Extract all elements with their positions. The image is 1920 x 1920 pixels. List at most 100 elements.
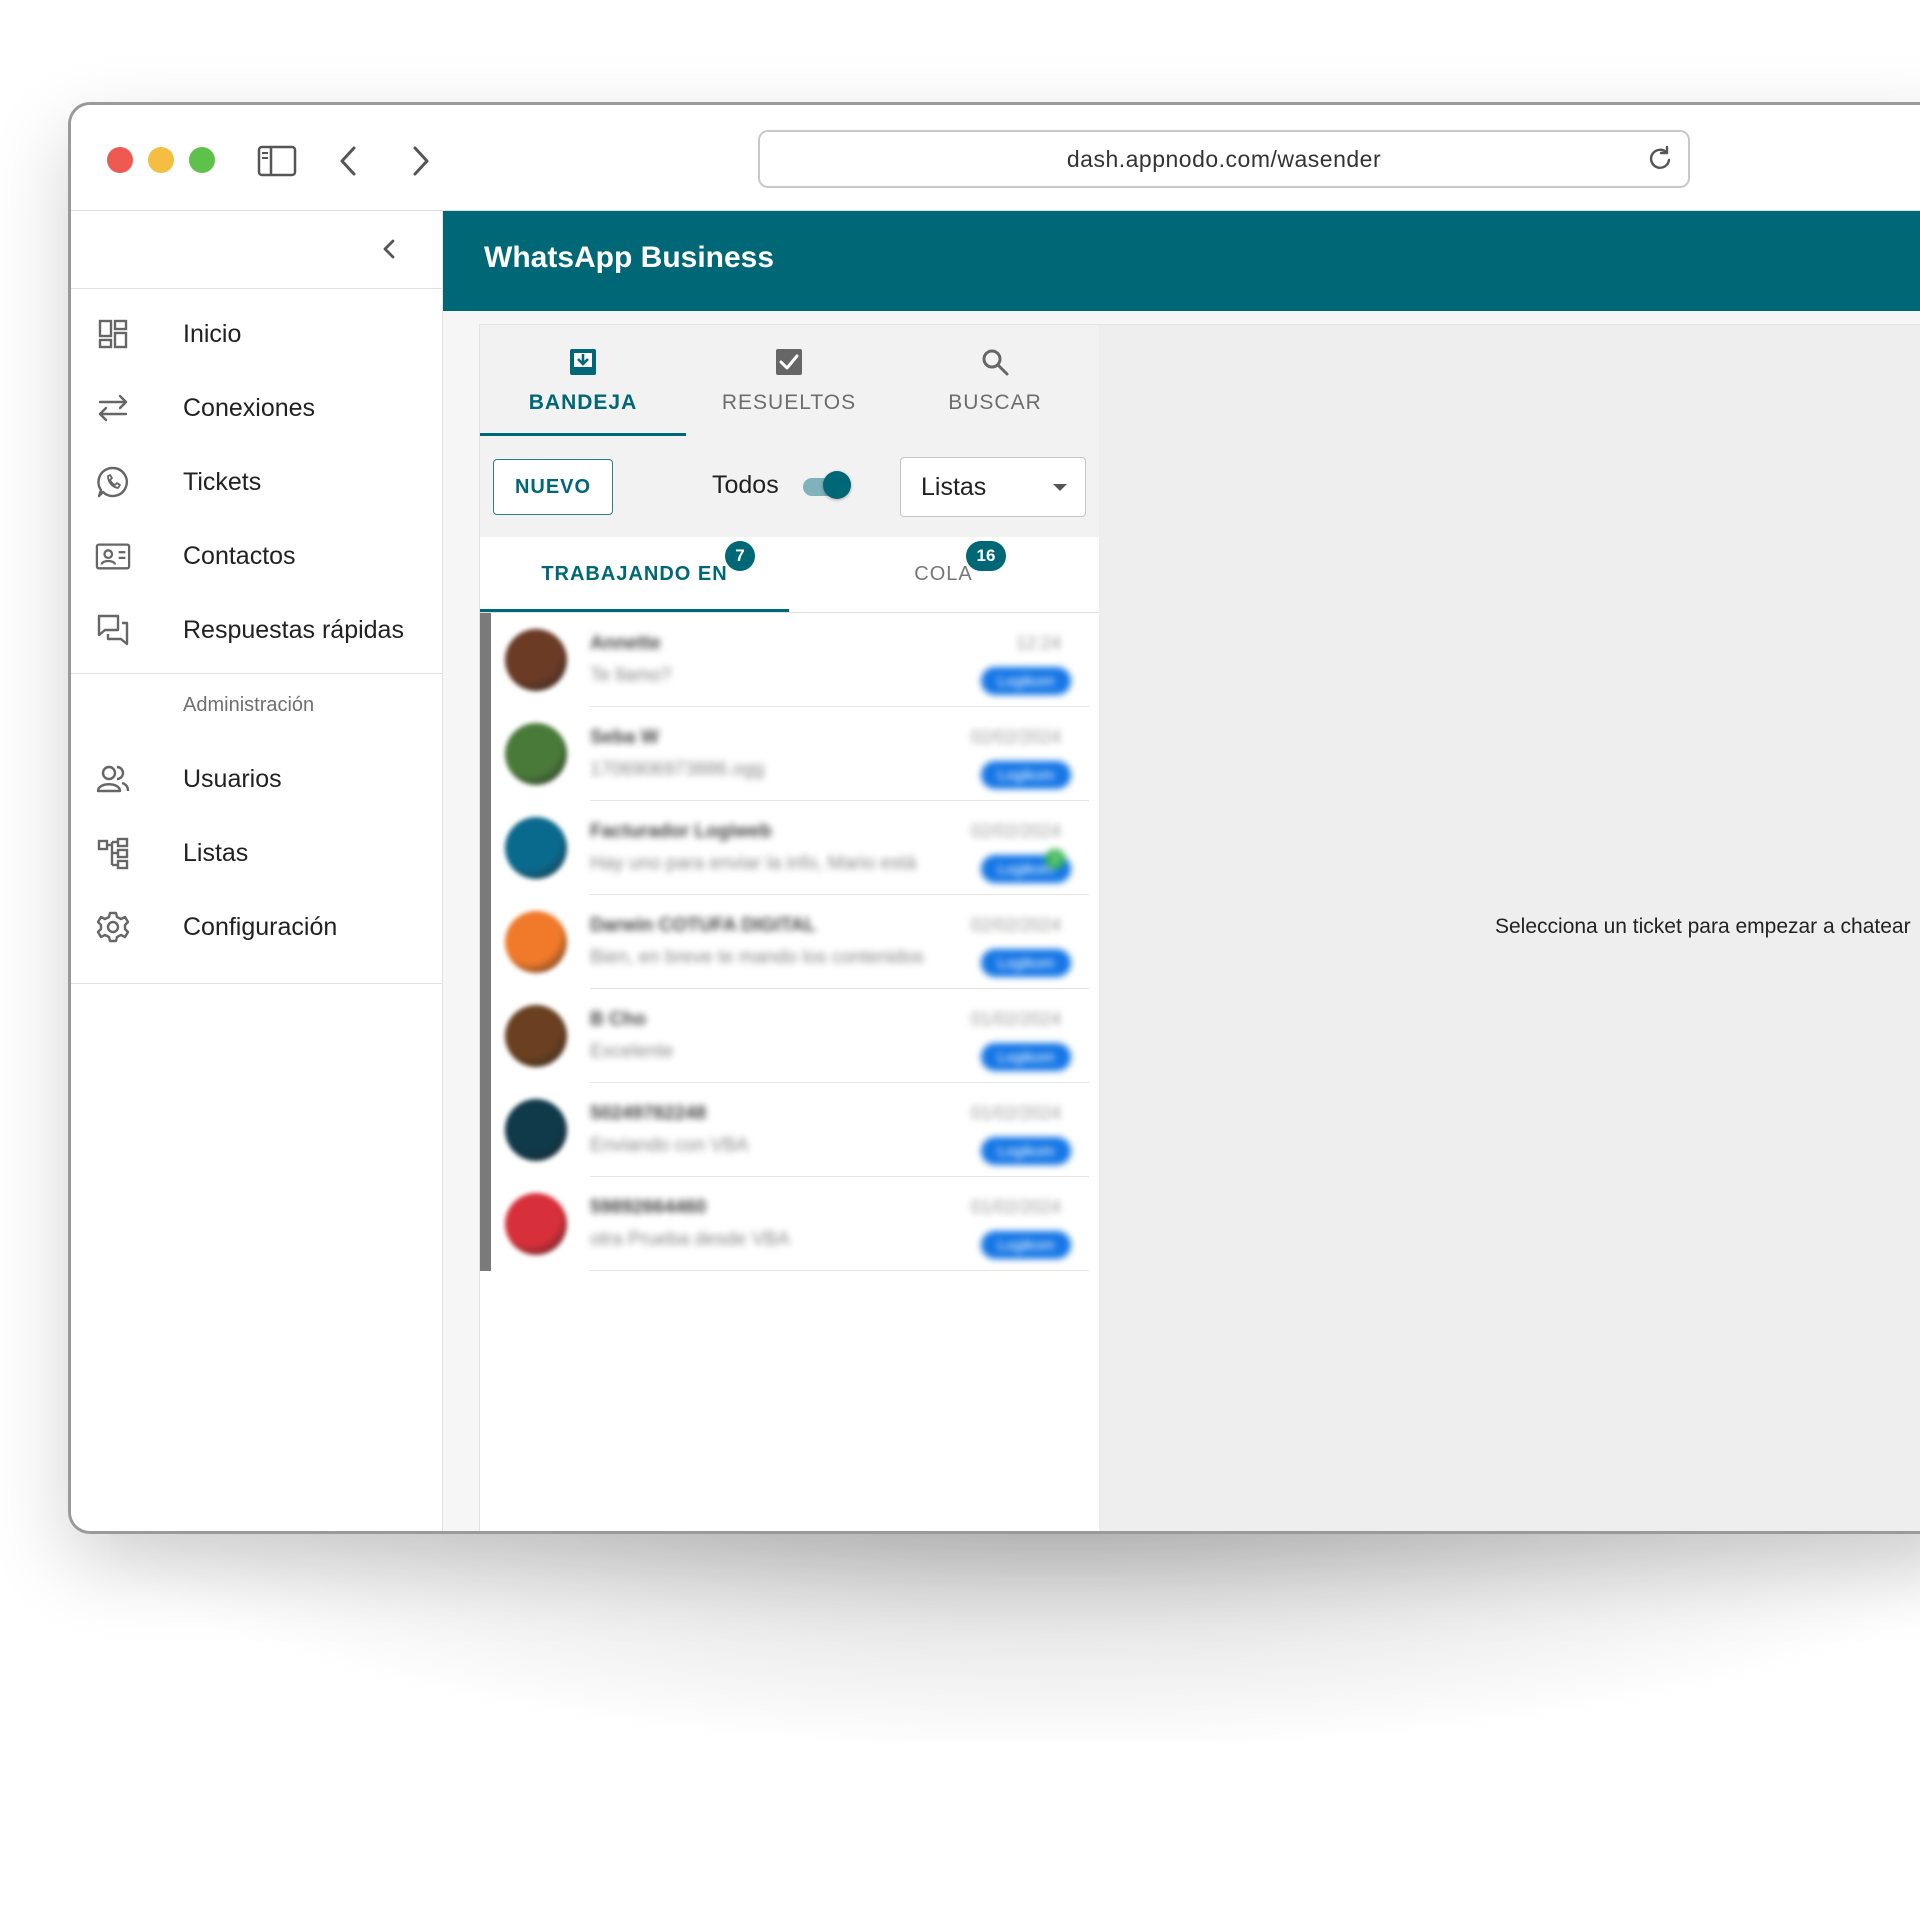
- queue-tag: Logikom: [981, 1231, 1071, 1259]
- queue-tag: Logikom: [981, 1137, 1071, 1165]
- contact-name: Annette: [590, 633, 661, 654]
- chevron-left-icon: [381, 238, 397, 265]
- sidebar-item-usuarios[interactable]: Usuarios: [71, 742, 442, 816]
- close-window-button[interactable]: [107, 147, 133, 173]
- forward-arrow-icon[interactable]: [399, 139, 443, 183]
- message-date: 02/02/2024: [970, 915, 1061, 935]
- sidebar-divider: [71, 983, 442, 984]
- avatar: [505, 1005, 567, 1067]
- subtab-cola[interactable]: COLA: [789, 537, 1098, 612]
- subtab-label: TRABAJANDO EN: [541, 563, 728, 585]
- avatar: [505, 723, 567, 785]
- sidebar-item-respuestas-rapidas[interactable]: Respuestas rápidas: [71, 593, 442, 667]
- row-divider: [590, 1270, 1089, 1271]
- message-date: 01/02/2024: [970, 1197, 1061, 1217]
- app-title: WhatsApp Business: [484, 241, 775, 274]
- queue-color-bar: [480, 989, 491, 1083]
- sidebar-item-label: Tickets: [183, 467, 262, 496]
- queue-tag: Logikom: [981, 761, 1071, 789]
- queue-select[interactable]: Listas: [900, 457, 1086, 517]
- show-all-label: Todos: [712, 471, 779, 499]
- ticket-row[interactable]: Annette Te llamo? 12:24 Logikom: [480, 613, 1099, 707]
- last-message: Bien, en breve te mando los contenidos: [590, 947, 924, 968]
- queue-count-badge: 16: [966, 541, 1006, 571]
- queue-color-bar: [480, 707, 491, 801]
- collapse-sidebar-button[interactable]: [371, 233, 407, 269]
- sidebar-item-conexiones[interactable]: Conexiones: [71, 371, 442, 445]
- ticket-list: Annette Te llamo? 12:24 Logikom Seba W 1…: [480, 613, 1099, 1271]
- message-date: 12:24: [1015, 633, 1061, 653]
- sidebar: Inicio Conexiones Tickets Contactos Resp…: [71, 211, 443, 1531]
- sidebar-item-label: Listas: [183, 838, 249, 867]
- sidebar-divider: [71, 673, 442, 674]
- admin-section-header: Administración: [183, 694, 315, 716]
- dropdown-caret-icon: [1053, 484, 1067, 491]
- tab-bandeja[interactable]: BANDEJA: [480, 325, 686, 437]
- ticket-row[interactable]: Seba W 1706906973886.ogg 02/02/2024 Logi…: [480, 707, 1099, 801]
- sidebar-item-configuracion[interactable]: Configuración: [71, 890, 442, 964]
- queue-color-bar: [480, 613, 491, 707]
- sidebar-item-label: Contactos: [183, 541, 296, 570]
- sidebar-item-inicio[interactable]: Inicio: [71, 297, 442, 371]
- sidebar-item-listas[interactable]: Listas: [71, 816, 442, 890]
- queue-tag: Logikom: [981, 1043, 1071, 1071]
- avatar: [505, 629, 567, 691]
- browser-toolbar: dash.appnodo.com/wasender: [71, 105, 1920, 211]
- avatar: [505, 911, 567, 973]
- queue-select-value: Listas: [921, 473, 987, 501]
- address-bar[interactable]: dash.appnodo.com/wasender: [758, 130, 1690, 188]
- new-ticket-button[interactable]: NUEVO: [493, 459, 613, 515]
- tree-structure-icon: [95, 835, 131, 871]
- reload-icon[interactable]: [1646, 144, 1674, 172]
- last-message: Hay uno para enviar la info, Mario está: [590, 853, 917, 874]
- queue-color-bar: [480, 1177, 491, 1271]
- tab-label: RESUELTOS: [721, 391, 857, 414]
- ticket-tabs: BANDEJA RESUELTOS BUSCAR: [480, 325, 1099, 437]
- ticket-subtabs: TRABAJANDO EN 7 COLA 16: [480, 537, 1099, 613]
- tab-resueltos[interactable]: RESUELTOS: [686, 325, 892, 437]
- dashboard-icon: [95, 316, 131, 352]
- maximize-window-button[interactable]: [189, 147, 215, 173]
- sidebar-item-label: Conexiones: [183, 393, 316, 422]
- ticket-row[interactable]: B Cho Excelente 01/02/2024 Logikom: [480, 989, 1099, 1083]
- gear-icon: [95, 909, 131, 945]
- ticket-row[interactable]: Darwin COTUFA DIGITAL Bien, en breve te …: [480, 895, 1099, 989]
- swap-arrows-icon: [95, 390, 131, 426]
- ticket-row[interactable]: Facturador Logiweb Hay uno para enviar l…: [480, 801, 1099, 895]
- contact-name: Seba W: [590, 727, 659, 748]
- toggle-thumb: [823, 471, 851, 499]
- message-date: 01/02/2024: [970, 1009, 1061, 1029]
- ticket-filters: NUEVO Todos Listas: [480, 437, 1099, 537]
- contact-name: Darwin COTUFA DIGITAL: [590, 915, 816, 936]
- back-arrow-icon[interactable]: [326, 139, 370, 183]
- sidebar-item-label: Respuestas rápidas: [183, 615, 404, 644]
- sidebar-item-label: Usuarios: [183, 764, 282, 793]
- empty-state-message: Selecciona un ticket para empezar a chat…: [1495, 915, 1911, 938]
- sidebar-item-label: Configuración: [183, 912, 338, 941]
- active-subtab-indicator: [480, 609, 789, 612]
- sidebar-item-contactos[interactable]: Contactos: [71, 519, 442, 593]
- sidebar-toggle-icon[interactable]: [255, 139, 299, 183]
- url-text: dash.appnodo.com/wasender: [1066, 145, 1382, 172]
- ticket-row[interactable]: 50249782248 Enviando con VBA 01/02/2024 …: [480, 1083, 1099, 1177]
- last-message: otra Prueba desde VBA: [590, 1229, 790, 1250]
- tab-label: BUSCAR: [948, 391, 1042, 414]
- contact-name: 59892664460: [590, 1197, 707, 1218]
- message-date: 02/02/2024: [970, 821, 1061, 841]
- queue-color-bar: [480, 1083, 491, 1177]
- queue-tag: Logikom: [981, 949, 1071, 977]
- sidebar-item-label: Inicio: [183, 319, 242, 348]
- contact-name: B Cho: [590, 1009, 646, 1030]
- sidebar-item-tickets[interactable]: Tickets: [71, 445, 442, 519]
- tickets-panel: BANDEJA RESUELTOS BUSCAR NUEVO Todos Lis…: [479, 324, 1100, 1531]
- ticket-row[interactable]: 59892664460 otra Prueba desde VBA 01/02/…: [480, 1177, 1099, 1271]
- minimize-window-button[interactable]: [148, 147, 174, 173]
- tab-buscar[interactable]: BUSCAR: [892, 325, 1098, 437]
- last-message: Enviando con VBA: [590, 1135, 749, 1156]
- queue-tag: Logikom: [981, 667, 1071, 695]
- last-message: Te llamo?: [590, 665, 672, 686]
- chat-bubbles-icon: [95, 612, 131, 648]
- queue-color-bar: [480, 895, 491, 989]
- contact-name: Facturador Logiweb: [590, 821, 772, 842]
- queue-color-bar: [480, 801, 491, 895]
